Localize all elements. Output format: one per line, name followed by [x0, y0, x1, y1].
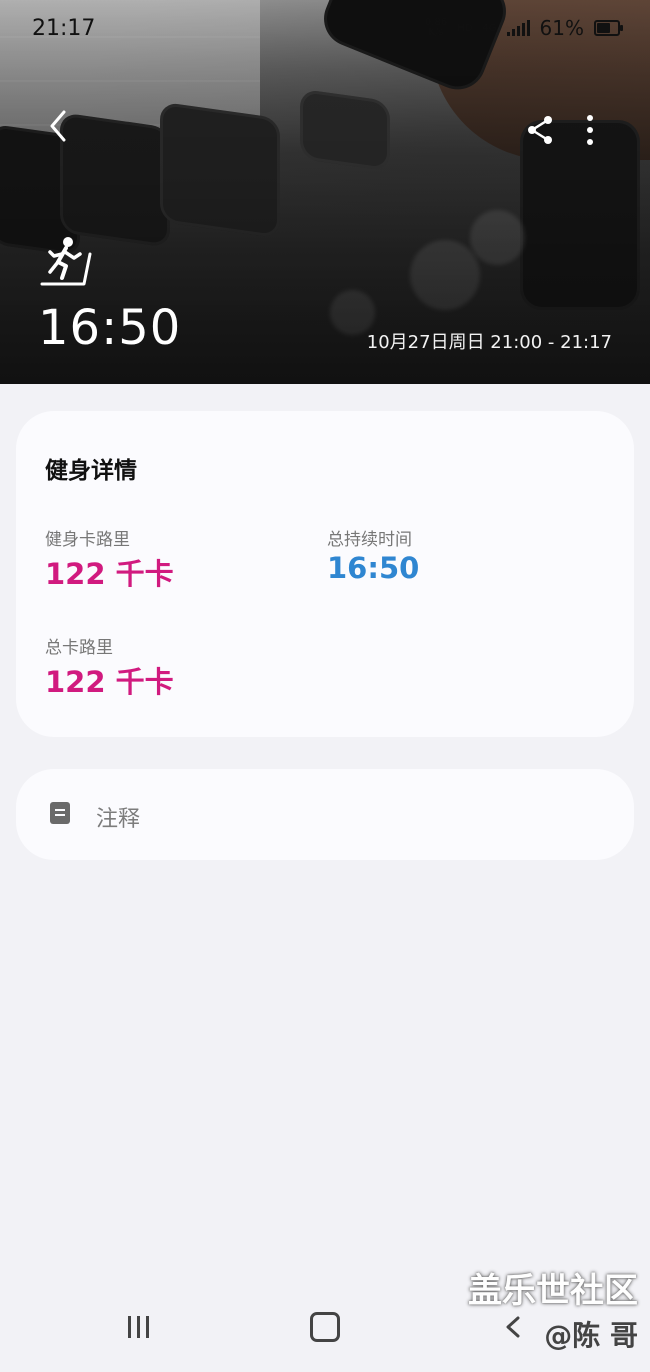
battery-fill: [597, 23, 611, 33]
treadmill-run-icon: [40, 237, 92, 286]
hd-label: HD: [457, 22, 473, 34]
fitness-calories-value: 122 千卡: [45, 557, 174, 591]
more-options-button[interactable]: [575, 110, 605, 150]
total-calories-value: 122 千卡: [45, 665, 174, 699]
back-arrow-icon: [50, 110, 66, 142]
total-duration-label: 总持续时间: [327, 530, 412, 550]
nav-back-icon[interactable]: [500, 1312, 530, 1342]
back-button[interactable]: [38, 106, 78, 146]
notes-card[interactable]: 注释: [16, 769, 634, 860]
hero-datetime: 10月27日周日 21:00 - 21:17: [366, 332, 612, 353]
fitness-calories-label: 健身卡路里: [45, 530, 130, 550]
total-calories-label: 总卡路里: [45, 638, 113, 658]
total-duration-value: 16:50: [327, 551, 420, 585]
battery-icon: [594, 20, 623, 36]
workout-details-card: 健身详情 健身卡路里 122 千卡 总持续时间 16:50 总卡路里 122 千…: [16, 411, 634, 737]
status-time: 21:17: [32, 16, 96, 41]
card-title: 健身详情: [45, 458, 137, 484]
network-type: 4G: [482, 22, 497, 34]
watermark-author: @陈 哥: [544, 1319, 638, 1352]
battery-percent: 61%: [539, 16, 584, 40]
more-vertical-icon: [587, 115, 593, 145]
signal-icon: [506, 20, 530, 36]
share-button[interactable]: [520, 110, 560, 150]
notes-label: 注释: [96, 807, 141, 832]
recent-apps-button[interactable]: [128, 1316, 158, 1340]
network-speed: 0.86 K/s: [424, 17, 448, 38]
note-icon: [50, 802, 70, 824]
home-button[interactable]: [310, 1312, 340, 1342]
hero-duration: 16:50: [38, 300, 182, 356]
status-icons: 0.86 K/s HD 4G 61%: [424, 16, 623, 40]
share-icon: [528, 116, 552, 144]
hero-banner: 21:17 0.86 K/s HD 4G 61% 16:50 10月27日周日 …: [0, 0, 650, 384]
